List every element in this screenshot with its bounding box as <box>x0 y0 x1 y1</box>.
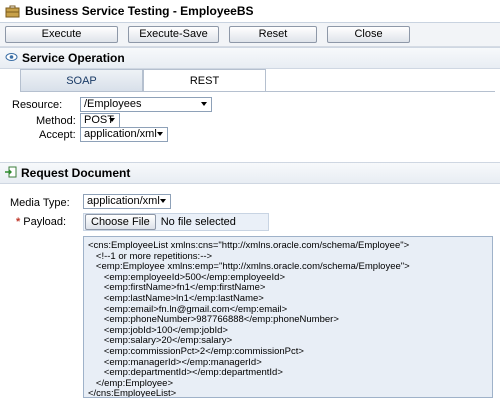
operation-tabs: SOAP REST <box>20 69 266 92</box>
choose-file-button[interactable]: Choose File <box>85 214 156 230</box>
business-service-icon <box>5 5 20 18</box>
close-button[interactable]: Close <box>327 26 410 43</box>
file-status: No file selected <box>160 216 236 228</box>
tab-divider <box>20 91 495 92</box>
media-type-select[interactable]: application/xml <box>83 194 171 209</box>
service-operation-header[interactable]: Service Operation <box>0 47 500 69</box>
request-document-header[interactable]: Request Document <box>0 162 500 184</box>
payload-label: Payload: <box>23 216 67 228</box>
window-titlebar: Business Service Testing - EmployeeBS <box>0 0 500 23</box>
xml-line: <cns:EmployeeList xmlns:cns="http://xmln… <box>88 240 410 251</box>
method-select[interactable]: POST <box>80 113 120 128</box>
xml-line: <emp:lastName>ln1</emp:lastName> <box>88 292 264 304</box>
required-indicator: * <box>16 216 21 228</box>
method-label: Method: <box>36 115 76 127</box>
chevron-down-icon <box>201 102 207 106</box>
chevron-down-icon <box>109 118 115 122</box>
xml-line: </cns:EmployeeList> <box>88 388 177 398</box>
request-document-title: Request Document <box>21 166 131 180</box>
eye-icon <box>5 52 18 65</box>
chevron-down-icon <box>160 199 166 203</box>
media-type-value: application/xml <box>87 195 160 207</box>
window-title: Business Service Testing - EmployeeBS <box>25 4 254 18</box>
accept-label: Accept: <box>39 129 76 141</box>
tab-soap[interactable]: SOAP <box>20 69 143 92</box>
payload-textarea[interactable]: <cns:EmployeeList xmlns:cns="http://xmln… <box>83 236 493 398</box>
execute-button[interactable]: Execute <box>5 26 118 43</box>
payload-file-input[interactable]: Choose File No file selected <box>83 213 269 231</box>
chevron-down-icon <box>157 132 163 136</box>
tab-rest[interactable]: REST <box>143 69 266 92</box>
payload-label-wrap: * Payload: <box>16 216 66 228</box>
resource-label: Resource: <box>12 99 63 111</box>
reset-button[interactable]: Reset <box>229 26 317 43</box>
media-type-label: Media Type: <box>10 197 70 209</box>
execute-save-button[interactable]: Execute-Save <box>128 26 219 43</box>
accept-select[interactable]: application/xml <box>80 127 168 142</box>
resource-value: /Employees <box>84 98 142 110</box>
resource-select[interactable]: /Employees <box>80 97 212 112</box>
service-operation-title: Service Operation <box>22 51 125 65</box>
xml-line: <emp:commissionPct>2</emp:commissionPct> <box>88 345 304 357</box>
accept-value: application/xml <box>84 128 157 140</box>
toolbar: Execute Execute-Save Reset Close <box>0 23 500 47</box>
document-arrow-icon <box>5 166 17 181</box>
